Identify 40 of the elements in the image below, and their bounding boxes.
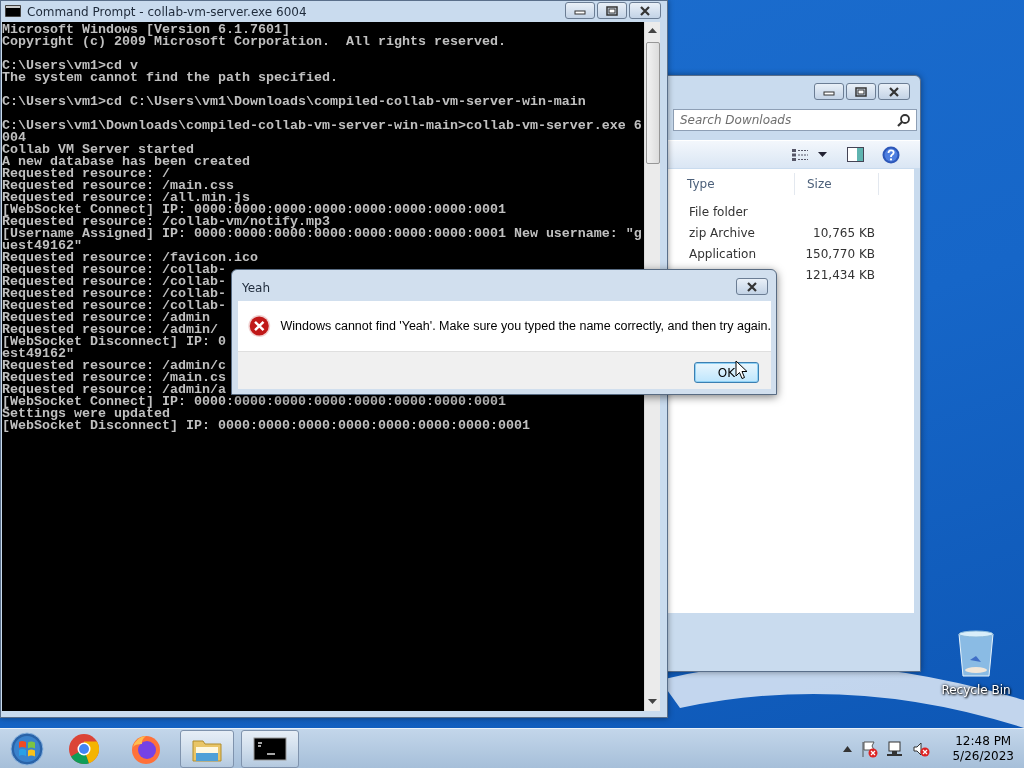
console-line: Requested resource: /admin/a — [2, 384, 226, 396]
console-line: Requested resource: /main.css — [2, 180, 234, 192]
console-line: [WebSocket Connect] IP: 0000:0000:0000:0000:0000:0000:0000:0001 — [2, 204, 506, 216]
console-line: [WebSocket Disconnect] IP: 0000:0000:0000:0000:0000:0000:0000:0001 — [2, 420, 530, 432]
console-line: est49162" — [2, 348, 74, 360]
console-line: Requested resource: /admin/c — [2, 360, 226, 372]
table-cell-text: Application — [689, 246, 757, 263]
console-line: [Username Assigned] IP: 0000:0000:0000:0000:0000:0000:0000:0001 New username: "g — [2, 228, 642, 240]
console-line: Collab VM Server started — [2, 144, 194, 156]
console-line: A new database has been created — [2, 156, 250, 168]
console-line: The system cannot find the path specified. — [2, 72, 338, 84]
console-line: 004 — [2, 132, 26, 144]
dialog-title: Yeah — [242, 280, 271, 297]
table-cell-text: 10,765 KB — [813, 225, 875, 242]
table-cell-text: 121,434 KB — [805, 267, 875, 284]
table-cell-text: 150,770 KB — [805, 246, 875, 263]
console-line: [WebSocket Connect] IP: 0000:0000:0000:0000:0000:0000:0000:0001 — [2, 396, 506, 408]
console-line: Requested resource: /collab- — [2, 276, 226, 288]
console-line: Requested resource: /admin — [2, 312, 210, 324]
console-line: Copyright (c) 2009 Microsoft Corporation. All rights reserved. — [2, 36, 506, 48]
console-line: Requested resource: /all.min.js — [2, 192, 250, 204]
console-line: Settings were updated — [2, 408, 170, 420]
console-line: C:\Users\vm1>cd C:\Users\vm1\Downloads\compiled-collab-vm-server-win-main — [2, 96, 586, 108]
console-line: Requested resource: /collab- — [2, 288, 226, 300]
console-line: C:\Users\vm1\Downloads\compiled-collab-vm-server-win-main>collab-vm-server.exe 6 — [2, 120, 642, 132]
console-line: Requested resource: / — [2, 168, 170, 180]
console-line: C:\Users\vm1>cd v — [2, 60, 138, 72]
console-line: Requested resource: /collab-vm/notify.mp3 — [2, 216, 330, 228]
console-line: Requested resource: /collab- — [2, 300, 226, 312]
error-message: Windows cannot find 'Yeah'. Make sure you typed the name correctly, and then try again. — [280, 317, 771, 335]
window-title: Command Prompt - collab-vm-server.exe 6004 — [27, 4, 307, 21]
console-line: Requested resource: /collab- — [2, 264, 226, 276]
console-line: Microsoft Windows [Version 6.1.7601] — [2, 24, 290, 36]
console-line: Requested resource: /main.cs — [2, 372, 226, 384]
console-line: uest49162" — [2, 240, 82, 252]
console-line: [WebSocket Disconnect] IP: 0 — [2, 336, 226, 348]
table-cell-text: File folder — [689, 204, 748, 221]
console-line: Requested resource: /admin/ — [2, 324, 218, 336]
table-cell-text: zip Archive — [689, 225, 755, 242]
console-line: Requested resource: /favicon.ico — [2, 252, 258, 264]
